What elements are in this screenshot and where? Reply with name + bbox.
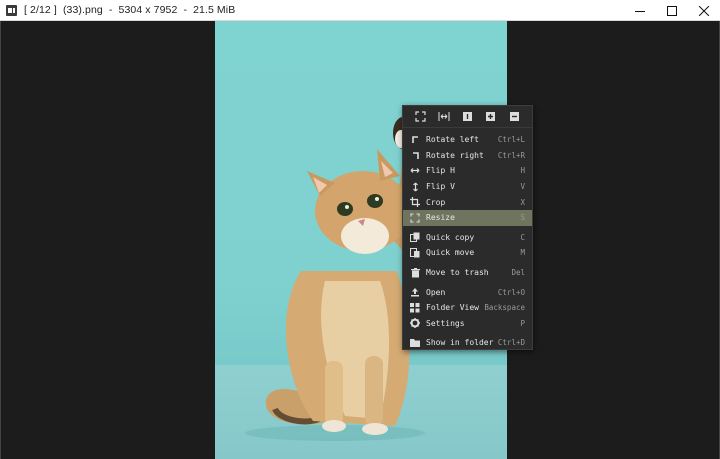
move-icon — [410, 247, 420, 258]
fit-width-icon[interactable] — [438, 111, 450, 123]
menu-item-crop[interactable]: Crop X — [403, 194, 532, 210]
menu-item-flip-v[interactable]: Flip V V — [403, 179, 532, 195]
menu-item-quick-copy[interactable]: Quick copy C — [403, 230, 532, 246]
menu-item-rotate-right[interactable]: Rotate right Ctrl+R — [403, 148, 532, 164]
minimize-icon — [635, 10, 645, 12]
menu-item-settings[interactable]: Settings P — [403, 316, 532, 332]
trash-icon — [410, 267, 420, 278]
zoom-out-icon[interactable] — [508, 111, 520, 123]
window-title: [ 2/12 ] (33).png - 5304 x 7952 - 21.5 M… — [24, 4, 236, 16]
menu-item-quick-move[interactable]: Quick move M — [403, 245, 532, 261]
actual-size-icon[interactable] — [461, 111, 473, 123]
app-icon — [6, 4, 17, 16]
close-button[interactable] — [688, 0, 720, 21]
menu-toolbar — [403, 106, 532, 128]
menu-item-move-to-trash[interactable]: Move to trash Del — [403, 265, 532, 281]
open-icon — [410, 287, 420, 297]
menu-item-flip-h[interactable]: Flip H H — [403, 163, 532, 179]
menu-item-show-in-folder[interactable]: Show in folder Ctrl+D — [403, 335, 532, 351]
menu-item-open[interactable]: Open Ctrl+O — [403, 284, 532, 300]
maximize-button[interactable] — [656, 0, 688, 21]
zoom-in-icon[interactable] — [485, 111, 497, 123]
folder-icon — [410, 338, 420, 348]
rotate-left-icon — [410, 135, 420, 145]
flip-h-icon — [410, 166, 420, 176]
close-icon — [699, 5, 709, 16]
menu-item-rotate-left[interactable]: Rotate left Ctrl+L — [403, 132, 532, 148]
minimize-button[interactable] — [624, 0, 656, 21]
resize-icon — [410, 213, 420, 223]
crop-icon — [410, 197, 420, 208]
image-viewer[interactable]: Rotate left Ctrl+L Rotate right Ctrl+R F… — [0, 21, 720, 459]
fullscreen-icon[interactable] — [415, 111, 427, 123]
context-menu: Rotate left Ctrl+L Rotate right Ctrl+R F… — [402, 105, 533, 350]
window-controls — [624, 0, 720, 21]
grid-icon — [410, 302, 420, 313]
menu-item-folder-view[interactable]: Folder View Backspace — [403, 300, 532, 316]
rotate-right-icon — [410, 150, 420, 160]
copy-icon — [410, 232, 420, 243]
flip-v-icon — [410, 182, 420, 192]
menu-item-resize[interactable]: Resize S — [403, 209, 532, 226]
maximize-icon — [667, 5, 677, 16]
title-bar: [ 2/12 ] (33).png - 5304 x 7952 - 21.5 M… — [0, 0, 720, 21]
gear-icon — [410, 318, 420, 329]
